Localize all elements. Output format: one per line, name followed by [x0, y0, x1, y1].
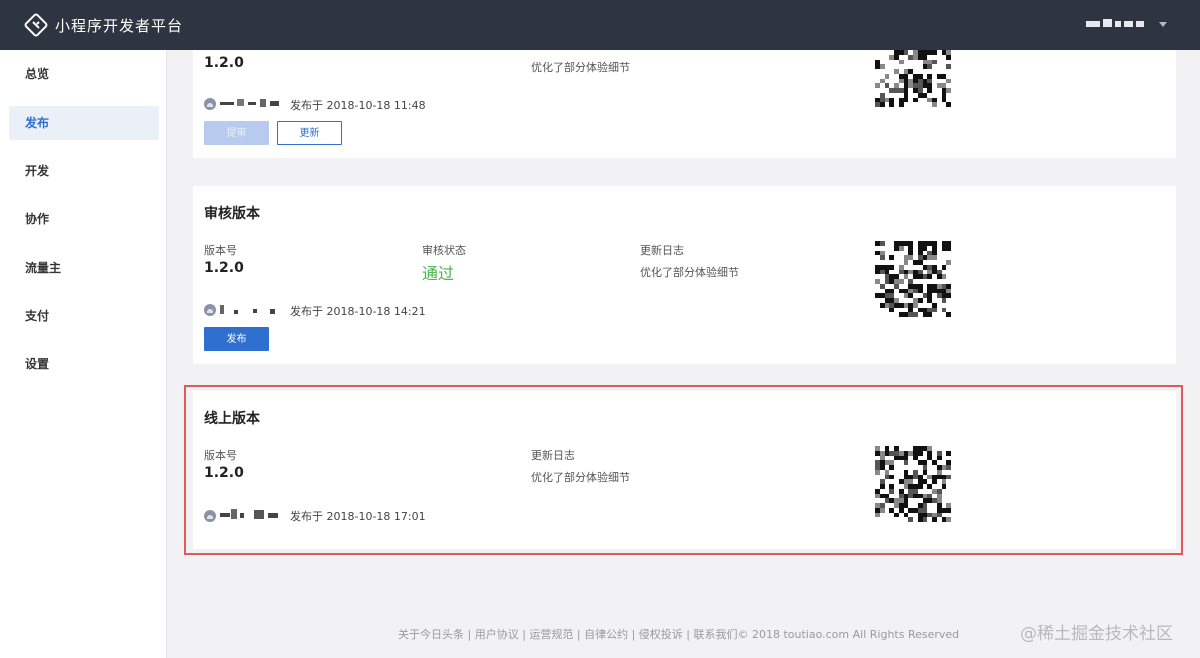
publish-button[interactable]: 发布 [204, 327, 269, 351]
changelog-label: 更新日志 [640, 244, 684, 257]
changelog-text: 优化了部分体验细节 [531, 61, 630, 74]
review-status-value: 通过 [422, 264, 455, 283]
publish-meta: 发布于 2018-10-18 14:21 [290, 305, 426, 318]
publisher-name [220, 98, 280, 108]
review-version-card: 审核版本 版本号 1.2.0 审核状态 通过 更新日志 优化了部分体验细节 发布… [193, 186, 1176, 364]
avatar [204, 98, 216, 110]
avatar [204, 304, 216, 316]
review-status-label: 审核状态 [422, 244, 466, 257]
publisher-name [220, 304, 280, 314]
sidebar-item-publish[interactable]: 发布 [9, 106, 159, 140]
sidebar-item-payment[interactable]: 支付 [9, 299, 159, 333]
app-title: 小程序开发者平台 [55, 17, 184, 35]
changelog-text: 优化了部分体验细节 [640, 266, 739, 279]
highlight-box [184, 385, 1183, 555]
version-number: 1.2.0 [204, 260, 244, 276]
sidebar-item-collaborate[interactable]: 协作 [9, 202, 159, 236]
sidebar-item-traffic[interactable]: 流量主 [9, 251, 159, 285]
sidebar-item-overview[interactable]: 总览 [9, 57, 159, 91]
version-label: 版本号 [204, 244, 237, 257]
top-bar: 小程序开发者平台 [0, 0, 1200, 50]
update-button[interactable]: 更新 [277, 121, 342, 145]
card-title: 审核版本 [204, 206, 260, 222]
chevron-down-icon[interactable] [1159, 22, 1167, 27]
footer-links[interactable]: 关于今日头条 | 用户协议 | 运营规范 | 自律公约 | 侵权投诉 | 联系我… [398, 626, 959, 642]
version-number: 1.2.0 [204, 55, 244, 71]
publish-meta: 发布于 2018-10-18 11:48 [290, 99, 426, 112]
watermark: @稀土掘金技术社区 [1020, 624, 1173, 644]
dev-version-card: 1.2.0 优化了部分体验细节 发布于 2018-10-18 11:48 提审 … [193, 50, 1176, 158]
submit-review-button[interactable]: 提审 [204, 121, 269, 145]
qr-code [875, 241, 951, 317]
sidebar: 总览 发布 开发 协作 流量主 支付 设置 [0, 50, 167, 658]
user-account-menu[interactable] [1086, 19, 1144, 29]
sidebar-item-settings[interactable]: 设置 [9, 347, 159, 381]
qr-code [875, 50, 951, 108]
sidebar-item-develop[interactable]: 开发 [9, 154, 159, 188]
platform-logo-icon[interactable] [24, 13, 48, 37]
